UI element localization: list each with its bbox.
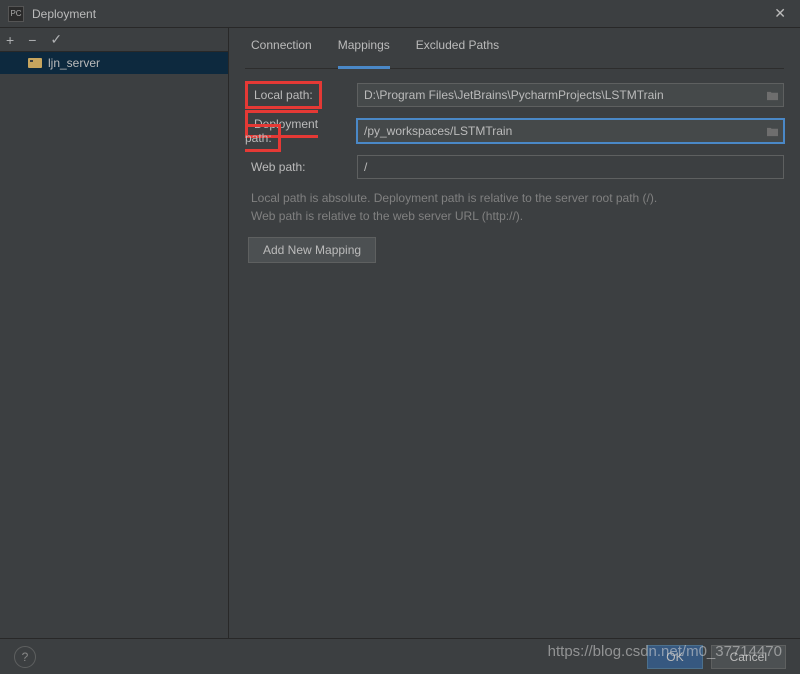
ok-button[interactable]: OK — [647, 645, 702, 669]
add-new-mapping-button[interactable]: Add New Mapping — [248, 237, 376, 263]
add-icon[interactable]: + — [6, 32, 14, 48]
web-path-input[interactable] — [358, 156, 783, 178]
window-title: Deployment — [32, 7, 768, 21]
local-path-input-wrap[interactable] — [357, 83, 784, 107]
browse-local-icon[interactable] — [761, 84, 783, 106]
web-path-label: Web path: — [245, 160, 305, 174]
cancel-button[interactable]: Cancel — [711, 645, 786, 669]
help-text: Local path is absolute. Deployment path … — [245, 189, 784, 225]
titlebar: PC Deployment ✕ — [0, 0, 800, 28]
browse-deployment-icon[interactable] — [761, 120, 783, 142]
tab-excluded-paths[interactable]: Excluded Paths — [416, 38, 499, 60]
check-icon[interactable]: ✓ — [50, 31, 62, 48]
deployment-path-input-wrap[interactable] — [357, 119, 784, 143]
app-icon: PC — [8, 6, 24, 22]
sidebar: + − ✓ ljn_server — [0, 28, 229, 638]
deployment-path-label: Deployment path: — [245, 110, 318, 152]
tab-bar: Connection Mappings Excluded Paths — [245, 28, 784, 69]
local-path-input[interactable] — [358, 84, 761, 106]
sidebar-item-label: ljn_server — [48, 56, 100, 70]
sidebar-toolbar: + − ✓ — [0, 28, 228, 52]
footer: ? OK Cancel — [0, 638, 800, 674]
tab-connection[interactable]: Connection — [251, 38, 312, 60]
server-icon — [28, 58, 42, 68]
remove-icon[interactable]: − — [28, 32, 36, 48]
web-path-input-wrap[interactable] — [357, 155, 784, 179]
help-icon[interactable]: ? — [14, 646, 36, 668]
close-icon[interactable]: ✕ — [768, 5, 792, 22]
local-path-label: Local path: — [245, 81, 322, 109]
deployment-path-input[interactable] — [358, 120, 761, 142]
tab-mappings[interactable]: Mappings — [338, 38, 390, 69]
content-panel: Connection Mappings Excluded Paths Local… — [229, 28, 800, 638]
sidebar-item-server[interactable]: ljn_server — [0, 52, 228, 74]
